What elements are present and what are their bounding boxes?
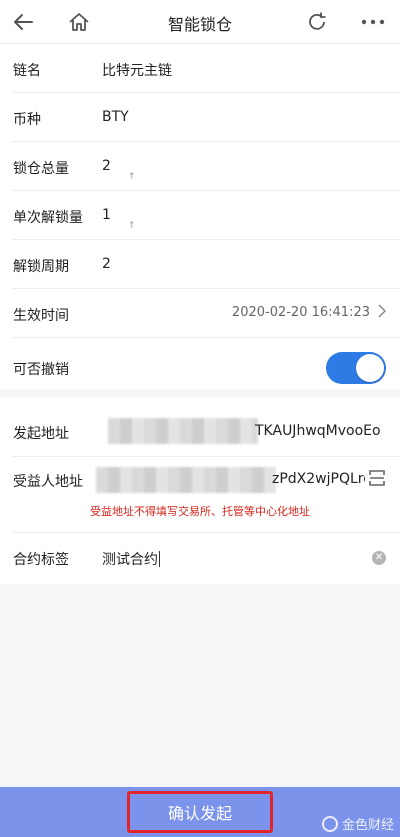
chain-name-value: 比特元主链: [102, 63, 172, 79]
confirm-button[interactable]: 确认发起: [127, 791, 273, 833]
from-address-row[interactable]: 发起地址 TKAUJhwqMvooEo: [12, 397, 400, 457]
effective-time-label: 生效时间: [13, 308, 69, 324]
from-address-value: TKAUJhwqMvooEo: [255, 423, 381, 439]
contract-tag-row[interactable]: 合约标签 测试合约 ✕: [12, 533, 400, 582]
coin-row[interactable]: 币种 BTY: [12, 93, 400, 142]
chevron-right-icon[interactable]: [378, 304, 387, 322]
per-unlock-input[interactable]: 1: [102, 207, 111, 223]
redacted-address-blur: [108, 418, 258, 444]
cursor-marker-icon: ↑: [128, 172, 136, 182]
watermark-text: 金色财经: [341, 818, 394, 833]
contract-tag-input[interactable]: 测试合约: [102, 549, 160, 569]
contract-tag-text: 测试合约: [102, 552, 158, 568]
toggle-knob: [356, 354, 384, 382]
unlock-cycle-row[interactable]: 解锁周期 2: [12, 240, 400, 289]
unlock-cycle-label: 解锁周期: [13, 259, 69, 275]
total-lock-row[interactable]: 锁仓总量 2 ↑: [12, 142, 400, 191]
beneficiary-warning: 受益地址不得填写交易所、托管等中心化地址: [90, 505, 310, 518]
effective-time-row[interactable]: 生效时间 2020-02-20 16:41:23: [12, 289, 400, 338]
clear-icon[interactable]: ✕: [372, 551, 386, 565]
chain-name-row[interactable]: 链名 比特元主链: [12, 44, 400, 93]
contract-tag-label: 合约标签: [13, 552, 69, 568]
redacted-address-blur: [96, 467, 276, 493]
lock-settings-card: 链名 比特元主链 币种 BTY 锁仓总量 2 ↑ 单次解锁量 1 ↑ 解锁周期 …: [0, 44, 400, 389]
chain-name-label: 链名: [13, 63, 41, 79]
revocable-row: 可否撤销: [12, 338, 400, 398]
cursor-marker-icon: ↑: [128, 221, 136, 231]
revocable-toggle[interactable]: [326, 352, 386, 384]
per-unlock-label: 单次解锁量: [13, 210, 83, 226]
total-lock-label: 锁仓总量: [13, 161, 69, 177]
coin-label: 币种: [13, 112, 41, 128]
coin-value: BTY: [102, 109, 129, 125]
more-icon[interactable]: [358, 8, 388, 36]
from-address-label: 发起地址: [13, 426, 69, 442]
scan-icon[interactable]: [368, 469, 386, 491]
effective-time-value: 2020-02-20 16:41:23: [231, 305, 370, 320]
top-bar: 智能锁仓: [0, 0, 400, 44]
beneficiary-row[interactable]: 受益人地址 zPdX2wjPQLro(: [12, 457, 400, 533]
page-title: 智能锁仓: [167, 15, 232, 34]
watermark-logo-icon: [321, 815, 338, 832]
revocable-label: 可否撤销: [13, 362, 69, 378]
per-unlock-row[interactable]: 单次解锁量 1 ↑: [12, 191, 400, 240]
text-caret: [159, 551, 160, 567]
total-lock-input[interactable]: 2: [102, 158, 111, 174]
refresh-icon[interactable]: [302, 8, 332, 36]
beneficiary-input[interactable]: zPdX2wjPQLro(: [272, 471, 365, 487]
beneficiary-label: 受益人地址: [13, 474, 83, 490]
watermark: 金色财经: [321, 814, 394, 833]
unlock-cycle-input[interactable]: 2: [102, 256, 111, 272]
address-card: 发起地址 TKAUJhwqMvooEo 受益人地址 zPdX2wjPQLro( …: [0, 397, 400, 584]
